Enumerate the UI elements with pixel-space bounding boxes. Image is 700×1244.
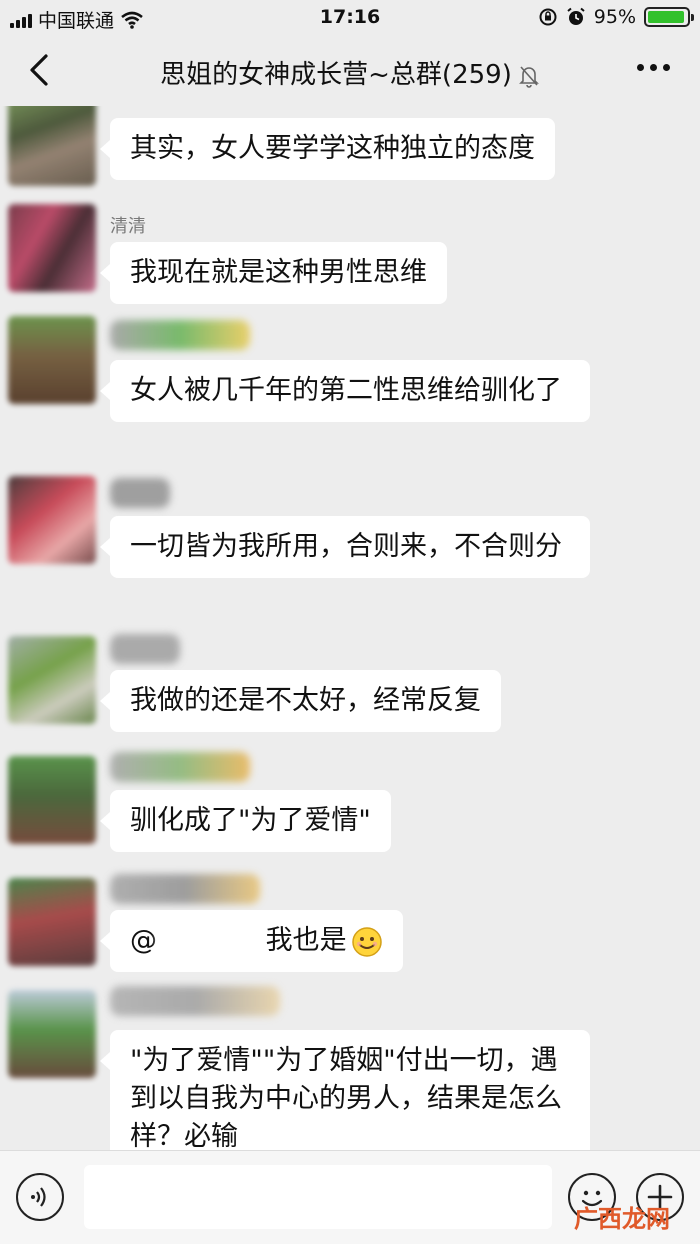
- blurred-nickname: [110, 986, 280, 1016]
- sender-nickname: 清清: [110, 216, 146, 237]
- message-bubble[interactable]: 女人被几千年的第二性思维给驯化了: [100, 360, 590, 422]
- message-list[interactable]: 其实，女人要学学这种独立的态度 清清 我现在就是这种男性思维 女人被几千年的第二…: [0, 106, 700, 1150]
- avatar[interactable]: [8, 636, 96, 724]
- message-text: 我现在就是这种男性思维: [130, 257, 427, 288]
- message-bubble[interactable]: "为了爱情""为了婚姻"付出一切，遇到以自我为中心的男人，结果是怎么样？必输: [100, 1030, 590, 1150]
- avatar[interactable]: [8, 106, 96, 186]
- chat-title-text: 思姐的女神成长营~总群(259): [160, 60, 512, 90]
- message-text: 女人被几千年的第二性思维给驯化了: [130, 375, 562, 406]
- message-text: 其实，女人要学学这种独立的态度: [130, 133, 535, 164]
- battery-percent: 95%: [593, 6, 636, 28]
- message-text: "为了爱情""为了婚姻"付出一切，遇到以自我为中心的男人，结果是怎么样？必输: [130, 1045, 562, 1150]
- voice-wave-icon: [31, 1187, 46, 1207]
- message-text: 我做的还是不太好，经常反复: [130, 685, 481, 716]
- message-bubble[interactable]: 驯化成了"为了爱情": [100, 790, 391, 852]
- message-bubble[interactable]: 一切皆为我所用，合则来，不合则分: [100, 516, 590, 578]
- message-bubble[interactable]: 我做的还是不太好，经常反复: [100, 670, 501, 732]
- battery-icon: [644, 7, 694, 27]
- rotation-lock-icon: [539, 8, 557, 26]
- input-bar: 广西龙网: [0, 1150, 700, 1244]
- status-right: 95%: [538, 6, 694, 28]
- alarm-icon: [567, 7, 585, 25]
- mention-at: @: [130, 925, 157, 956]
- message-text: 一切皆为我所用，合则来，不合则分: [130, 531, 562, 562]
- navigation-bar: 思姐的女神成长营~总群(259): [0, 36, 700, 106]
- avatar[interactable]: [8, 878, 96, 966]
- message-bubble[interactable]: 我现在就是这种男性思维: [100, 242, 447, 304]
- avatar[interactable]: [8, 476, 96, 564]
- blurred-nickname: [110, 634, 180, 664]
- message-bubble[interactable]: @ 我也是: [100, 910, 403, 972]
- avatar[interactable]: [8, 204, 96, 292]
- message-text: 我也是: [257, 925, 347, 956]
- message-input[interactable]: [84, 1165, 552, 1229]
- wechat-group-chat-screen: 中国联通 17:16 95% 思姐的女神成长营~总群(259) 其实，女人要学学…: [0, 0, 700, 1244]
- voice-icon[interactable]: [16, 1173, 64, 1221]
- status-bar: 中国联通 17:16 95%: [0, 0, 700, 36]
- more-dots-icon[interactable]: [637, 64, 670, 71]
- chat-title[interactable]: 思姐的女神成长营~总群(259): [0, 54, 700, 91]
- blurred-nickname: [110, 874, 260, 904]
- blurred-mention-name: [157, 926, 257, 957]
- avatar[interactable]: [8, 990, 96, 1078]
- smile-emoji-icon: [351, 926, 382, 957]
- message-text: 驯化成了"为了爱情": [130, 805, 371, 836]
- blurred-nickname: [110, 320, 250, 350]
- bell-off-icon: [518, 65, 539, 88]
- avatar[interactable]: [8, 756, 96, 844]
- blurred-nickname: [110, 752, 250, 782]
- blurred-nickname: [110, 478, 170, 508]
- watermark: 广西龙网: [574, 1205, 670, 1233]
- avatar[interactable]: [8, 316, 96, 404]
- message-bubble[interactable]: 其实，女人要学学这种独立的态度: [100, 118, 555, 180]
